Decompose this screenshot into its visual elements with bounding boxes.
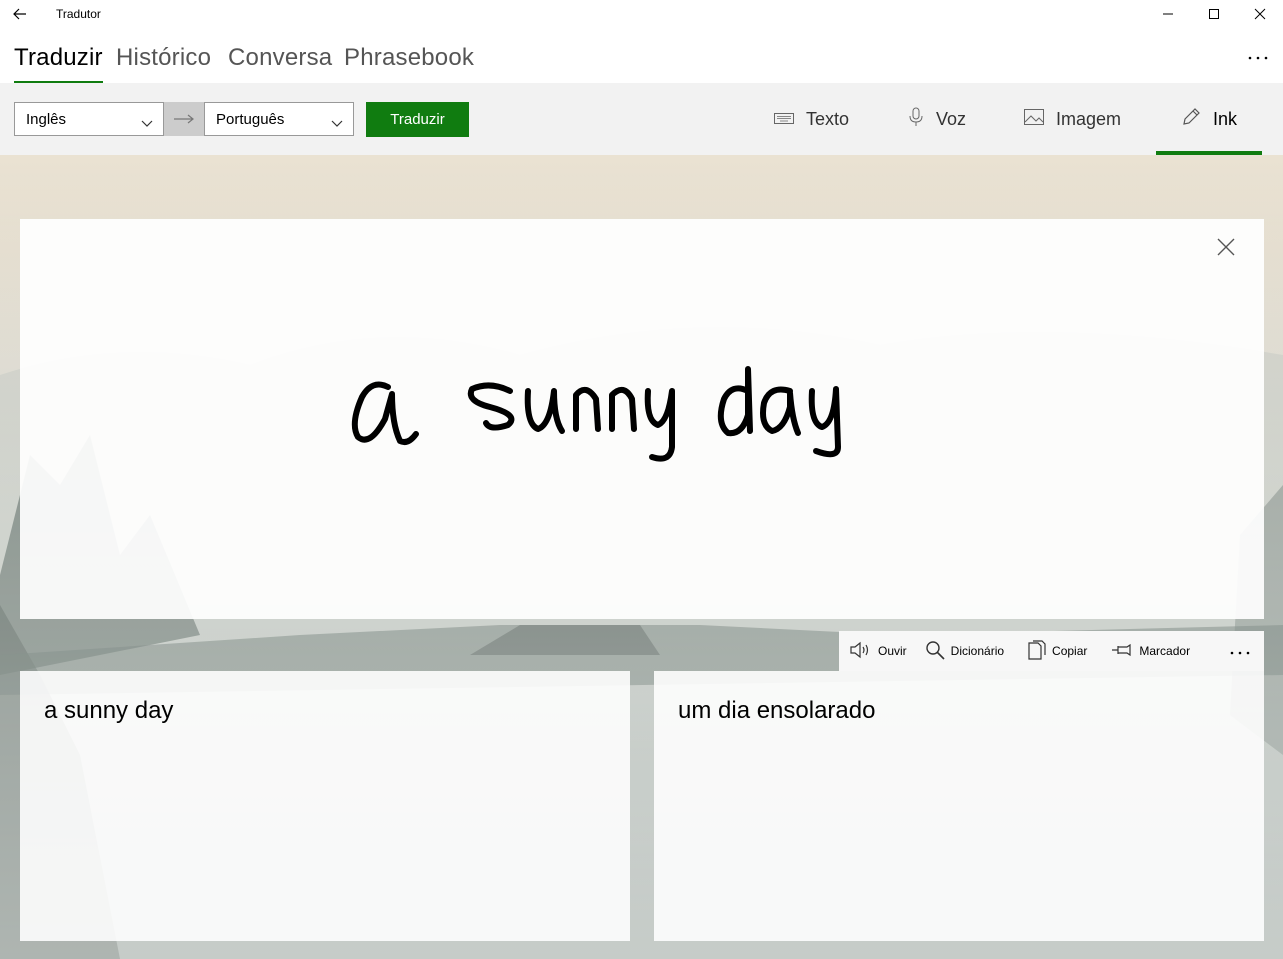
mode-ink[interactable]: Ink: [1156, 83, 1262, 155]
dictionary-label: Dicionário: [950, 644, 1005, 658]
result-actions-toolbar: Ouvir Dicionário Copiar Marcador: [839, 631, 1264, 671]
source-text-panel[interactable]: a sunny day: [20, 671, 630, 941]
translate-button[interactable]: Traduzir: [366, 102, 469, 137]
source-text: a sunny day: [44, 697, 174, 724]
close-icon[interactable]: [1237, 0, 1283, 28]
copy-icon: [1028, 639, 1046, 663]
more-icon[interactable]: [1243, 48, 1273, 68]
swap-arrow-icon[interactable]: [164, 102, 204, 136]
dictionary-button[interactable]: Dicionário: [925, 631, 1004, 671]
copy-button[interactable]: Copiar: [1028, 631, 1087, 671]
tab-conversa[interactable]: Conversa: [228, 44, 332, 84]
mode-ink-label: Ink: [1212, 108, 1237, 129]
from-language-select[interactable]: Inglês: [14, 102, 164, 136]
pen-icon: [1181, 107, 1201, 132]
to-language-value: Português: [216, 111, 285, 128]
from-language-value: Inglês: [26, 111, 67, 128]
microphone-icon: [908, 107, 924, 132]
mode-voz-label: Voz: [936, 108, 967, 129]
mode-imagem[interactable]: Imagem: [1024, 83, 1134, 155]
title-bar: Tradutor: [0, 0, 1283, 28]
search-icon: [925, 640, 945, 663]
mode-imagem-label: Imagem: [1056, 108, 1122, 129]
back-arrow-icon[interactable]: [0, 0, 40, 28]
bookmark-label: Marcador: [1139, 644, 1191, 658]
translation-text-panel[interactable]: um dia ensolarado: [654, 671, 1264, 941]
pin-icon: [1111, 643, 1133, 660]
mode-texto[interactable]: Texto: [774, 83, 864, 155]
image-icon: [1024, 108, 1044, 130]
translated-text: um dia ensolarado: [678, 697, 876, 724]
language-toolbar: Inglês Português Traduzir Texto Voz Imag…: [0, 83, 1283, 155]
tab-historico[interactable]: Histórico: [116, 44, 211, 84]
window-controls: [1145, 0, 1283, 28]
to-language-select[interactable]: Português: [204, 102, 354, 136]
ink-canvas[interactable]: [20, 219, 1264, 619]
copy-label: Copiar: [1052, 644, 1088, 658]
chevron-down-icon: [141, 115, 153, 132]
minimize-icon[interactable]: [1145, 0, 1191, 28]
maximize-icon[interactable]: [1191, 0, 1237, 28]
mode-texto-label: Texto: [806, 108, 850, 129]
listen-label: Ouvir: [878, 644, 907, 658]
translator-app: Tradutor Traduzir Histórico Conversa Phr…: [0, 0, 1283, 959]
window-title: Tradutor: [56, 7, 101, 21]
tab-traduzir[interactable]: Traduzir: [14, 44, 103, 84]
mode-voz[interactable]: Voz: [908, 83, 978, 155]
bookmark-button[interactable]: Marcador: [1111, 631, 1190, 671]
handwriting-strokes: [351, 366, 841, 462]
chevron-down-icon: [331, 115, 343, 132]
pivot-tabs: Traduzir Histórico Conversa Phrasebook: [0, 28, 1283, 84]
tab-phrasebook[interactable]: Phrasebook: [344, 44, 474, 84]
keyboard-icon: [774, 109, 794, 130]
listen-button[interactable]: Ouvir: [850, 631, 907, 671]
speaker-icon: [850, 641, 872, 662]
more-icon[interactable]: [1230, 642, 1250, 660]
